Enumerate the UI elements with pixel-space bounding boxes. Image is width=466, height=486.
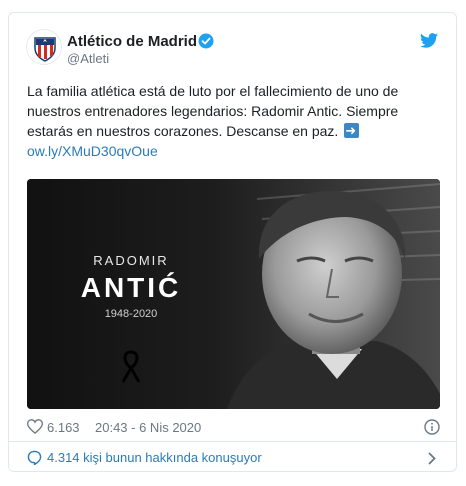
- atletico-crest-icon: [34, 37, 56, 62]
- media-years: 1948-2020: [105, 308, 158, 320]
- avatar[interactable]: [26, 29, 62, 65]
- like-count[interactable]: 6.163: [47, 420, 80, 435]
- twitter-bird-icon[interactable]: [420, 33, 438, 48]
- tweet-image[interactable]: RADOMIR ANTIĆ 1948-2020: [27, 179, 440, 409]
- tweet-body: La familia atlética está de luto por el …: [27, 81, 442, 161]
- heart-icon[interactable]: [27, 419, 43, 434]
- tweet-text: La familia atlética está de luto por el …: [27, 83, 399, 139]
- conversation-label[interactable]: 4.314 kişi bunun hakkında konuşuyor: [47, 450, 262, 465]
- tweet-meta: 6.163 20:43 - 6 Nis 2020: [27, 418, 440, 438]
- verified-badge-icon: [198, 33, 214, 49]
- arrow-emoji-icon: [344, 121, 360, 141]
- account-handle[interactable]: @Atleti: [67, 51, 109, 66]
- media-last-name: ANTIĆ: [81, 272, 182, 303]
- account-name[interactable]: Atlético de Madrid: [67, 33, 197, 50]
- tweet-card: Atlético de Madrid @Atleti La familia at…: [8, 12, 457, 472]
- media-first-name: RADOMIR: [93, 253, 168, 268]
- tweet-timestamp[interactable]: 20:43 - 6 Nis 2020: [95, 420, 201, 435]
- tweet-header: Atlético de Madrid @Atleti: [9, 13, 456, 73]
- chevron-right-icon[interactable]: [428, 452, 436, 465]
- chat-bubble-icon: [27, 450, 42, 465]
- info-icon[interactable]: [424, 419, 440, 435]
- conversation-link[interactable]: 4.314 kişi bunun hakkında konuşuyor: [9, 442, 456, 472]
- tweet-link[interactable]: ow.ly/XMuD30qvOue: [27, 141, 442, 161]
